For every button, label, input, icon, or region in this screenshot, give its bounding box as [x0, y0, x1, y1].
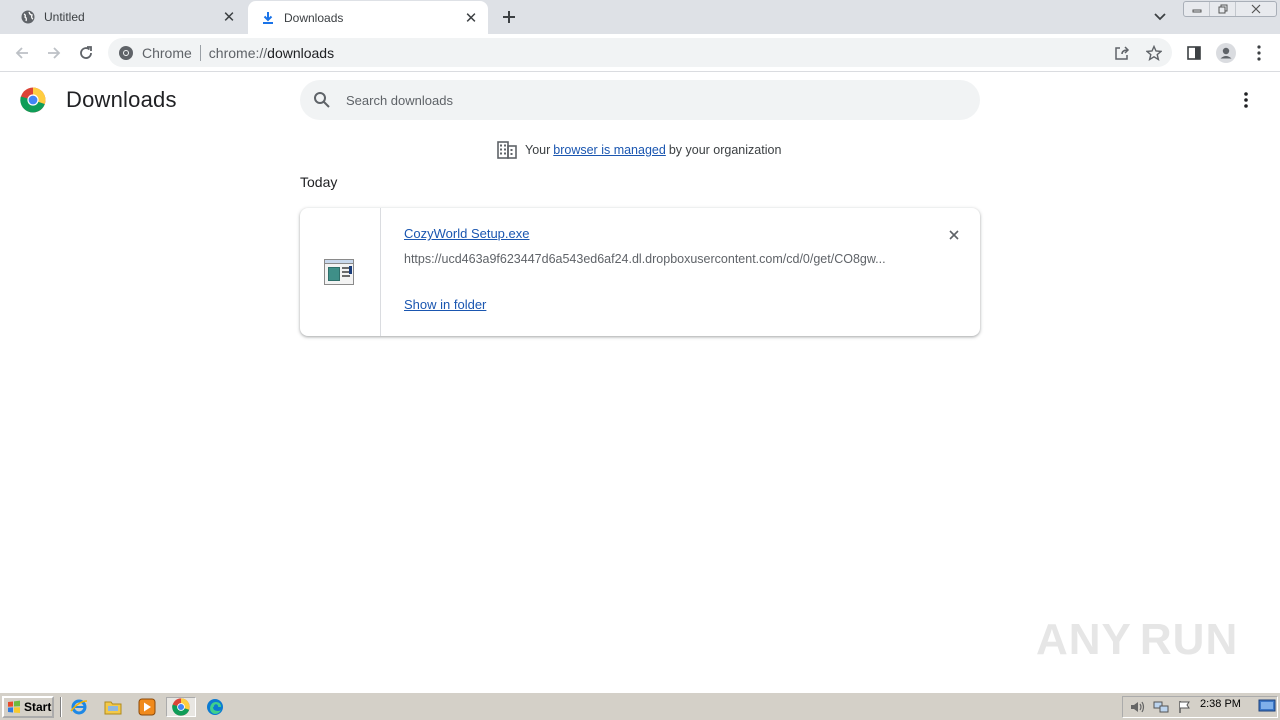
anyrun-watermark: ANY RUN	[1036, 608, 1239, 672]
download-icon	[260, 10, 276, 26]
tab-close-icon[interactable]: ✕	[220, 8, 238, 26]
windows-flag-icon	[8, 700, 20, 713]
globe-icon	[20, 9, 36, 25]
downloaded-file-link[interactable]: CozyWorld Setup.exe	[404, 226, 530, 241]
download-item: CozyWorld Setup.exe https://ucd463a9f623…	[300, 208, 980, 336]
file-explorer-icon[interactable]	[101, 697, 125, 717]
side-panel-icon[interactable]	[1182, 41, 1206, 65]
download-icon-column	[300, 208, 381, 336]
managed-suffix: by your organization	[668, 143, 782, 157]
network-icon[interactable]	[1151, 699, 1171, 715]
chrome-menu-icon[interactable]	[1247, 41, 1271, 65]
tab-strip: Untitled ✕ Downloads ✕	[0, 0, 1280, 34]
tab-title: Untitled	[44, 10, 85, 24]
volume-icon[interactable]	[1127, 699, 1147, 715]
action-center-flag-icon[interactable]	[1175, 699, 1195, 715]
show-desktop-icon[interactable]	[1258, 697, 1276, 715]
download-source-url: https://ucd463a9f623447d6a543ed6af24.dl.…	[404, 252, 886, 266]
watermark-run: RUN	[1139, 615, 1239, 664]
start-button[interactable]: Start	[2, 696, 54, 718]
browser-toolbar: Chrome chrome://downloads	[0, 34, 1280, 72]
back-button[interactable]	[10, 41, 34, 65]
windows-taskbar: Start 2:38 PM	[0, 692, 1280, 720]
taskbar-divider	[60, 697, 62, 717]
tab-downloads[interactable]: Downloads ✕	[248, 1, 488, 34]
omnibox-url: chrome://downloads	[208, 44, 335, 61]
search-input[interactable]	[346, 92, 946, 108]
exe-file-icon	[324, 259, 354, 285]
tab-title: Downloads	[284, 10, 344, 25]
show-in-folder-link[interactable]: Show in folder	[404, 297, 486, 312]
address-bar[interactable]: Chrome chrome://downloads	[108, 38, 1172, 67]
omnibox-chip: Chrome	[142, 44, 201, 61]
tab-close-icon[interactable]: ✕	[462, 9, 480, 27]
profile-avatar-icon[interactable]	[1214, 41, 1238, 65]
watermark-any: ANY	[1036, 615, 1132, 664]
start-label: Start	[24, 700, 52, 714]
internet-explorer-icon[interactable]	[67, 697, 91, 717]
share-icon[interactable]	[1113, 44, 1131, 62]
new-tab-button[interactable]	[497, 5, 521, 29]
browser-managed-link[interactable]: browser is managed	[553, 143, 666, 157]
managed-notice: Your browser is managed by your organiza…	[497, 141, 781, 159]
chrome-taskbar-icon[interactable]	[166, 697, 196, 717]
managed-prefix: Your	[525, 143, 551, 157]
remove-download-close-icon[interactable]	[944, 225, 964, 245]
taskbar-clock[interactable]: 2:38 PM	[1200, 698, 1241, 710]
page-title: Downloads	[66, 87, 177, 112]
search-downloads-box[interactable]	[300, 80, 980, 120]
edge-icon[interactable]	[203, 697, 227, 717]
minimize-button[interactable]	[1184, 2, 1210, 16]
chrome-site-icon	[119, 45, 133, 60]
forward-button[interactable]	[42, 41, 66, 65]
search-icon	[314, 92, 330, 108]
close-window-button[interactable]	[1236, 2, 1276, 16]
restore-button[interactable]	[1210, 2, 1236, 16]
building-icon	[497, 141, 517, 159]
tab-search-chevron-icon[interactable]	[1150, 8, 1170, 26]
bookmark-star-icon[interactable]	[1145, 44, 1163, 62]
tab-untitled[interactable]: Untitled ✕	[8, 0, 246, 34]
window-controls	[1183, 1, 1277, 17]
chrome-logo-icon	[20, 87, 46, 113]
media-player-icon[interactable]	[135, 697, 159, 717]
page-more-menu-icon[interactable]	[1236, 90, 1256, 110]
reload-button[interactable]	[74, 41, 98, 65]
date-section-header: Today	[300, 174, 338, 190]
